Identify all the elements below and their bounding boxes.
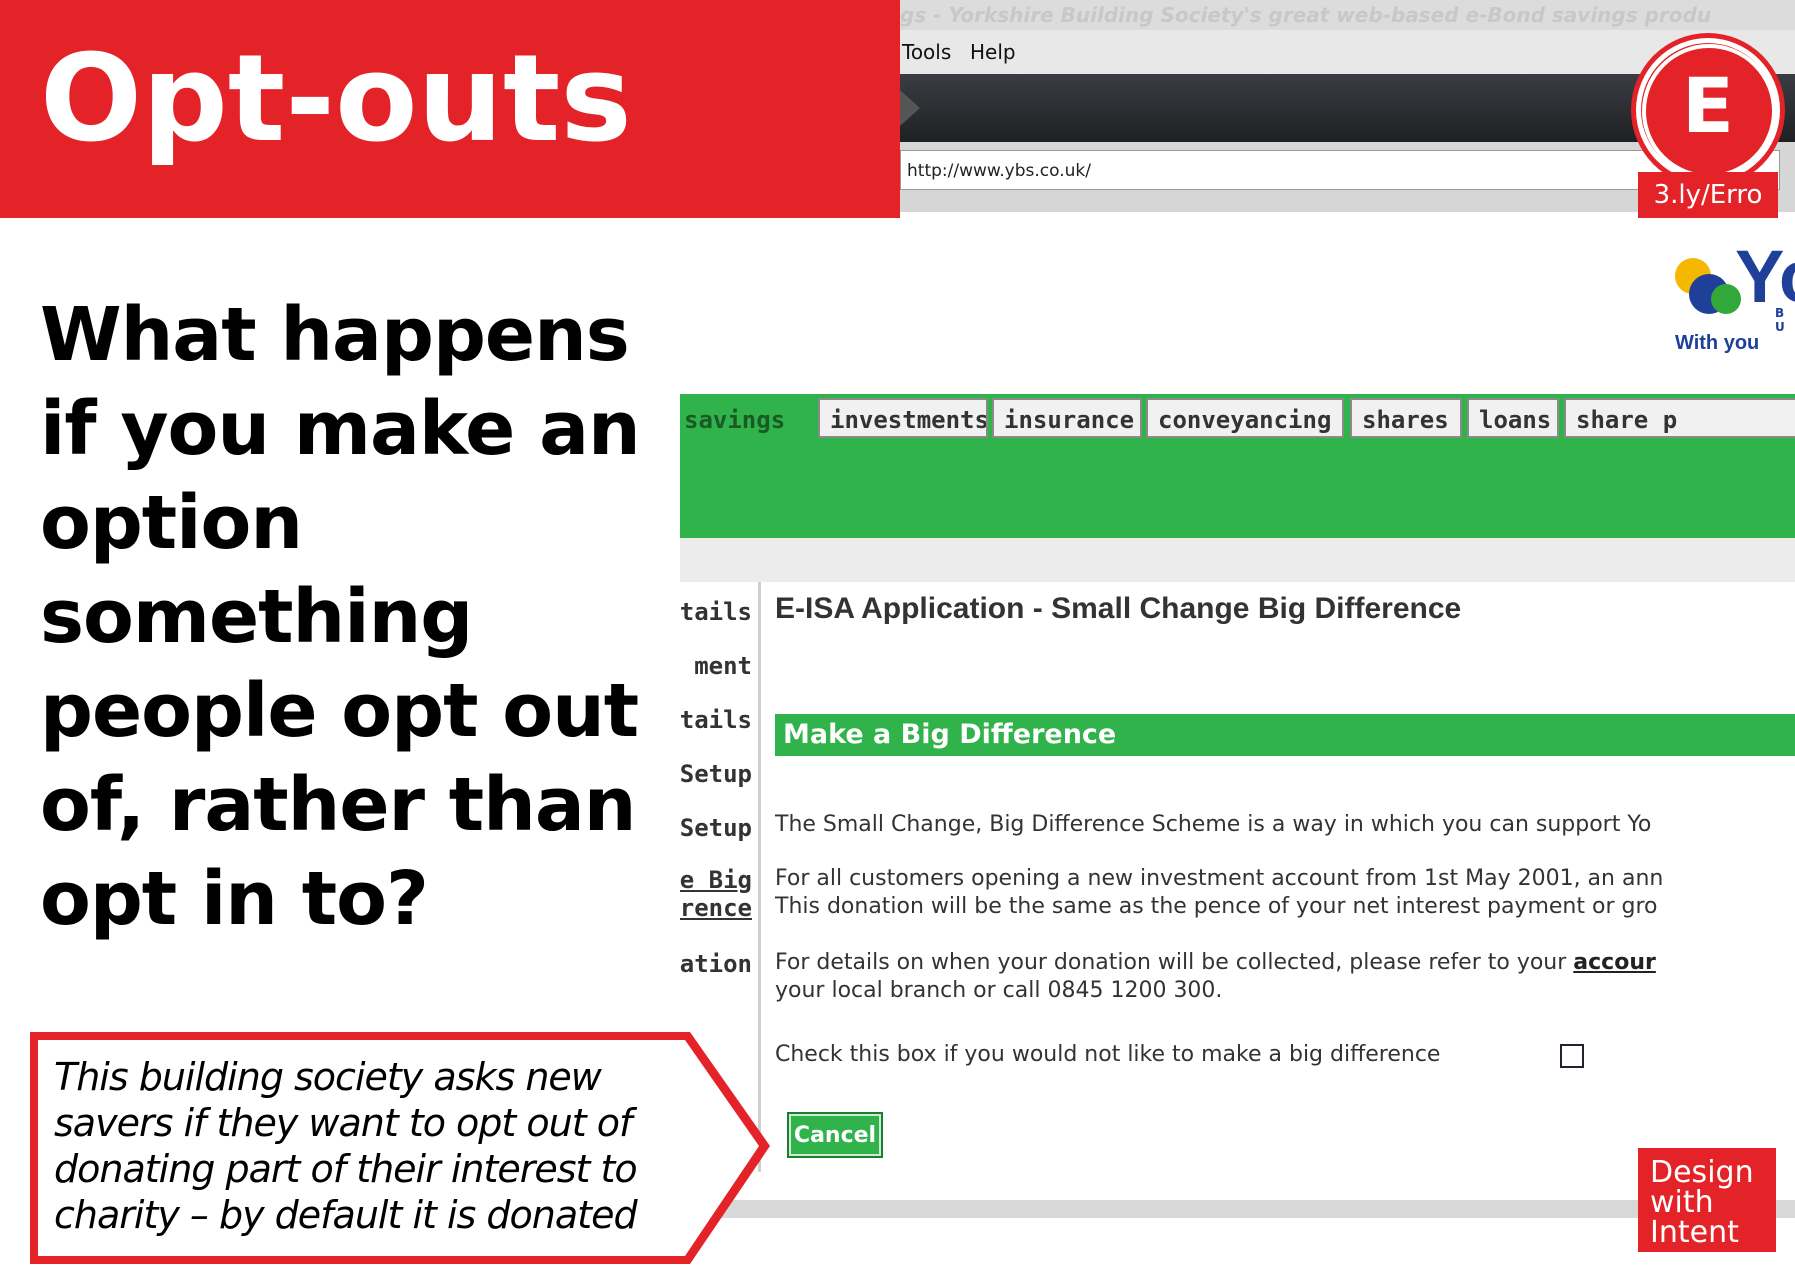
cancel-button[interactable]: Cancel [787,1112,883,1158]
tab-share-p[interactable]: share p [1564,398,1795,438]
scheme-intro-text: The Small Change, Big Difference Scheme … [775,812,1652,837]
title-band: Opt-outs [0,0,900,218]
nav-item-setup-1[interactable]: Setup [680,760,752,788]
nav-item-confirmation[interactable]: ation [680,950,752,978]
logo-sub: B U [1775,306,1785,334]
collection-text-line-2: your local branch or call 0845 1200 300. [775,978,1223,1003]
back-arrow-icon[interactable] [900,90,920,126]
menu-tools[interactable]: Tools [902,30,951,74]
nav-item-big-difference-2[interactable]: rence [680,894,752,922]
donation-text-line-1: For all customers opening a new investme… [775,866,1664,891]
account-link[interactable]: accour [1573,950,1656,975]
tab-conveyancing[interactable]: conveyancing [1146,398,1344,438]
green-header-band [680,442,1795,538]
section-title: Make a Big Difference [783,719,1117,750]
slide-question: What happens if you make an option somet… [40,292,641,942]
logo-tagline: With you [1675,332,1760,354]
error-category-badge: E 3.ly/Erro [1636,38,1780,220]
menu-help[interactable]: Help [970,30,1016,74]
design-with-intent-logo: Design with Intent [1638,1148,1776,1252]
optout-label: Check this box if you would not like to … [775,1042,1441,1067]
tab-shares[interactable]: shares [1350,398,1462,438]
collection-text-line-1: For details on when your donation will b… [775,948,1656,978]
page-heading: E-ISA Application - Small Change Big Dif… [775,592,1462,625]
nav-item-payment[interactable]: ment [694,652,752,680]
tab-loans[interactable]: loans [1467,398,1559,438]
nav-item-details-1[interactable]: etails [680,598,752,626]
section-bar: Make a Big Difference [775,714,1795,756]
donation-text-line-2: This donation will be the same as the pe… [775,894,1658,919]
application-content: E-ISA Application - Small Change Big Dif… [775,582,1795,1182]
callout-box: This building society asks new savers if… [30,1032,770,1264]
slide-title: Opt-outs [40,30,632,169]
bottom-divider [680,1200,1795,1218]
badge-link[interactable]: 3.ly/Erro [1638,172,1778,218]
brand-line-intent: Intent [1650,1215,1739,1250]
collection-text: For details on when your donation will b… [775,950,1567,975]
nav-item-big-difference-1[interactable]: e Big [680,866,752,894]
ybs-logo: Yo B U With you [1675,240,1795,360]
callout-text: This building society asks new savers if… [54,1055,638,1237]
tab-savings[interactable]: savings [680,398,806,438]
nav-item-details-2[interactable]: etails [680,706,752,734]
brand-line-design: Design [1650,1155,1754,1190]
site-nav-tabs: savings investments insurance conveyanci… [680,394,1795,442]
grey-header-band [680,538,1795,582]
tab-investments[interactable]: investments [818,398,988,438]
badge-letter: E [1682,61,1734,150]
brand-line-with: with [1650,1185,1714,1220]
optout-checkbox[interactable] [1560,1044,1584,1068]
logo-letters: Yo [1735,235,1795,318]
tab-insurance[interactable]: insurance [992,398,1142,438]
nav-item-setup-2[interactable]: Setup [680,814,752,842]
badge-link-box: 3.ly/Erro [1638,172,1778,218]
